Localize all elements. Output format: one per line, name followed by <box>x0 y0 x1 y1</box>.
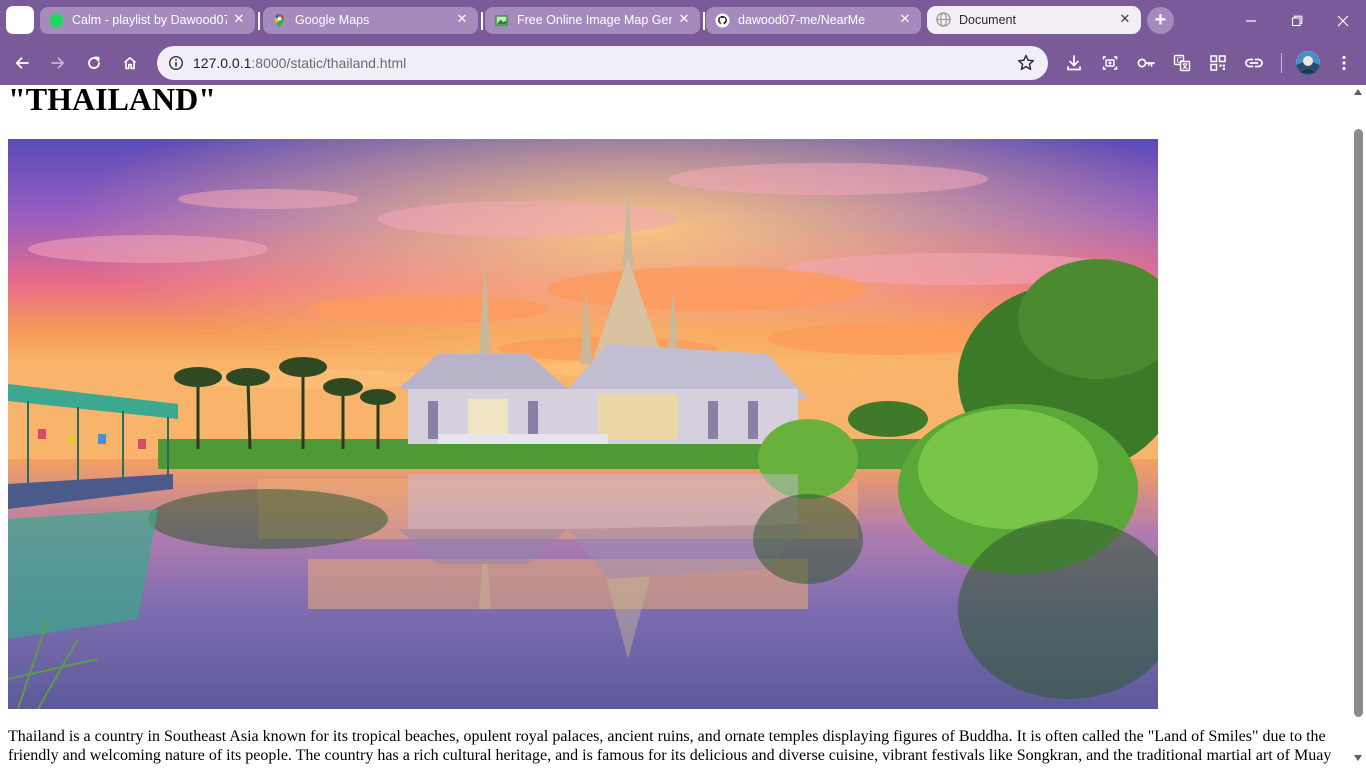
camera-icon <box>1102 56 1118 70</box>
restore-icon <box>1291 15 1303 26</box>
tab-strip: Calm - playlist by Dawood07 ✕ Google Map… <box>0 0 1366 41</box>
passwords-button[interactable] <box>1134 51 1158 75</box>
tab-title: dawood07-me/NearMe <box>738 13 866 27</box>
close-icon[interactable]: ✕ <box>1118 12 1132 26</box>
site-info-button[interactable] <box>165 52 187 74</box>
arrow-left-icon <box>15 57 29 69</box>
close-icon <box>1337 15 1349 26</box>
downloads-button[interactable] <box>1062 51 1086 75</box>
tab-separator <box>481 12 483 30</box>
minimize-icon <box>1246 19 1256 22</box>
new-tab-button[interactable]: + <box>1147 7 1174 34</box>
translate-button[interactable]: G <box>1170 51 1194 75</box>
forward-button[interactable] <box>46 51 70 75</box>
chrome-menu-button[interactable] <box>1332 51 1356 75</box>
close-icon[interactable]: ✕ <box>898 12 912 26</box>
home-icon <box>123 57 137 70</box>
tab-title: Free Online Image Map Generator <box>517 13 672 27</box>
tab-title: Calm - playlist by Dawood07 <box>72 13 227 27</box>
browser-toolbar: 127.0.0.1:8000/static/thailand.html G <box>0 41 1366 85</box>
address-bar[interactable]: 127.0.0.1:8000/static/thailand.html <box>157 46 1048 80</box>
link-icon <box>1245 58 1263 68</box>
description-paragraph: Thailand is a country in Southeast Asia … <box>8 728 1332 764</box>
more-vertical-icon <box>1342 55 1346 71</box>
tab-github[interactable]: dawood07-me/NearMe ✕ <box>706 7 921 34</box>
page-viewport: "THAILAND" Thailand is a country in Sout… <box>0 85 1351 768</box>
tab-document[interactable]: Document ✕ <box>927 6 1141 34</box>
google-maps-icon <box>274 13 285 28</box>
reload-icon <box>88 56 100 69</box>
tab-separator <box>703 12 705 30</box>
back-button[interactable] <box>10 51 34 75</box>
bookmark-star-icon[interactable] <box>1016 53 1036 73</box>
close-icon[interactable]: ✕ <box>677 12 691 26</box>
close-window-button[interactable] <box>1320 0 1366 41</box>
toolbar-divider <box>1281 53 1282 73</box>
qr-code-icon <box>1210 55 1226 71</box>
tab-image-map-generator[interactable]: Free Online Image Map Generator ✕ <box>485 7 700 34</box>
scroll-down-arrow-icon[interactable] <box>1354 755 1362 761</box>
translate-icon: G <box>1173 54 1191 72</box>
minimize-button[interactable] <box>1228 0 1274 41</box>
thailand-temple-image <box>8 139 1158 709</box>
home-button[interactable] <box>118 51 142 75</box>
profile-avatar[interactable] <box>1296 51 1320 75</box>
scroll-up-arrow-icon[interactable] <box>1354 89 1362 95</box>
scrollbar-thumb[interactable] <box>1354 129 1363 717</box>
close-icon[interactable]: ✕ <box>455 12 469 26</box>
screenshot-button[interactable] <box>1098 51 1122 75</box>
info-icon <box>168 55 184 71</box>
arrow-right-icon <box>51 57 65 69</box>
download-icon <box>1067 55 1081 71</box>
url-path: :8000/static/thailand.html <box>251 55 407 71</box>
page-scrollbar[interactable] <box>1351 85 1366 768</box>
close-icon[interactable]: ✕ <box>232 12 246 26</box>
share-link-button[interactable] <box>1242 51 1266 75</box>
temple-photo <box>8 139 1158 709</box>
restore-button[interactable] <box>1274 0 1320 41</box>
url-host: 127.0.0.1 <box>193 55 252 71</box>
tab-search-button[interactable] <box>6 6 34 34</box>
tab-spotify[interactable]: Calm - playlist by Dawood07 ✕ <box>40 7 255 34</box>
qr-code-button[interactable] <box>1206 51 1230 75</box>
globe-icon <box>936 12 951 27</box>
reload-button[interactable] <box>82 51 106 75</box>
tab-separator <box>258 12 260 30</box>
tab-title: Google Maps <box>295 13 370 27</box>
key-icon <box>1137 58 1155 68</box>
image-map-icon <box>494 14 509 27</box>
github-icon <box>715 13 730 28</box>
page-heading: "THAILAND" <box>8 85 216 117</box>
avatar-icon <box>1296 51 1320 75</box>
spotify-icon <box>49 13 64 28</box>
tab-google-maps[interactable]: Google Maps ✕ <box>263 7 478 34</box>
address-url[interactable]: 127.0.0.1:8000/static/thailand.html <box>193 55 406 71</box>
tab-title: Document <box>959 13 1016 27</box>
